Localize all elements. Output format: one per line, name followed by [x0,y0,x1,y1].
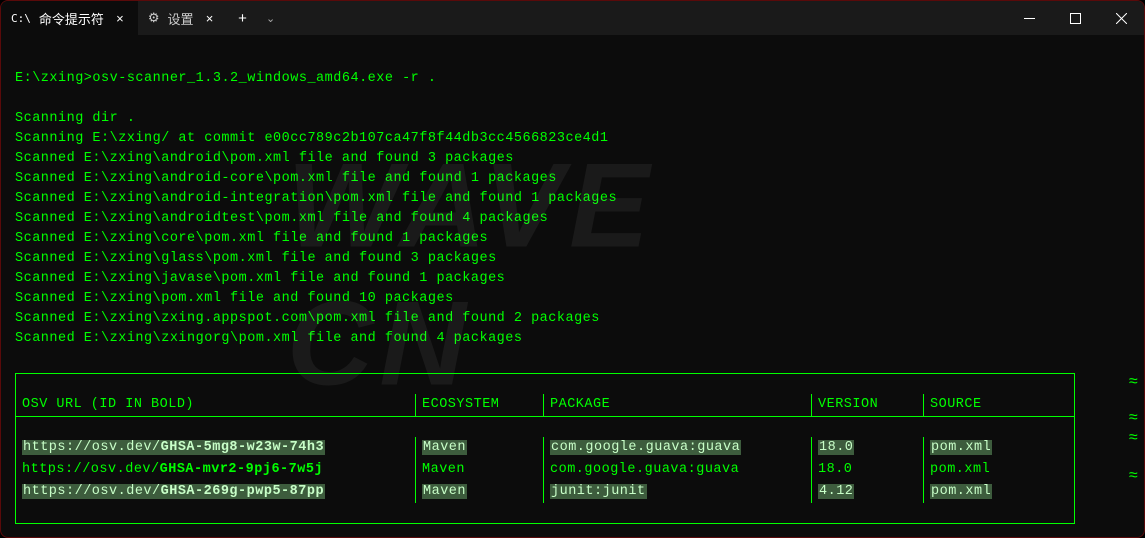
tilde-marker: ≈ [1128,409,1138,427]
tab-title: 命令提示符 [39,9,104,28]
output-line: Scanned E:\zxing\zxingorg\pom.xml file a… [15,329,1130,349]
maximize-button[interactable] [1052,1,1098,35]
col-source: SOURCE [924,394,1036,416]
cell-eco: Maven [416,459,544,481]
cell-url[interactable]: https://osv.dev/GHSA-269g-pwp5-87pp [16,481,416,503]
output-line: Scanned E:\zxing\pom.xml file and found … [15,289,1130,309]
output-line: Scanned E:\zxing\android-core\pom.xml fi… [15,169,1130,189]
cmd-icon: C:\ [11,12,31,25]
output-line: Scanned E:\zxing\glass\pom.xml file and … [15,249,1130,269]
cell-url[interactable]: https://osv.dev/GHSA-mvr2-9pj6-7w5j [16,459,416,481]
close-icon[interactable]: × [112,10,128,26]
output-line: Scanned E:\zxing\javase\pom.xml file and… [15,269,1130,289]
terminal-window: C:\ 命令提示符 × ⚙ 设置 × + ⌄ WAVE CN E:\zxing>… [0,0,1145,538]
tilde-marker: ≈ [1128,373,1138,391]
results-table: OSV URL (ID IN BOLD) ECOSYSTEM PACKAGE V… [15,373,1075,524]
table-row: https://osv.dev/GHSA-269g-pwp5-87pp Mave… [16,481,1074,503]
col-ecosystem: ECOSYSTEM [416,394,544,416]
cell-eco: Maven [416,481,544,503]
cell-eco: Maven [416,437,544,459]
titlebar: C:\ 命令提示符 × ⚙ 设置 × + ⌄ [1,1,1144,35]
cell-src: pom.xml [924,437,1036,459]
tab-dropdown[interactable]: ⌄ [258,1,284,35]
output-line: Scanning E:\zxing/ at commit e00cc789c2b… [15,129,1130,149]
table-row: https://osv.dev/GHSA-mvr2-9pj6-7w5j Mave… [16,459,1074,481]
output-line: Scanning dir . [15,109,1130,129]
output-line: Scanned E:\zxing\core\pom.xml file and f… [15,229,1130,249]
cell-pkg: com.google.guava:guava [544,459,812,481]
cell-ver: 4.12 [812,481,924,503]
col-version: VERSION [812,394,924,416]
new-tab-button[interactable]: + [228,1,258,35]
output-line: Scanned E:\zxing\androidtest\pom.xml fil… [15,209,1130,229]
tab-settings[interactable]: ⚙ 设置 × [138,1,228,35]
terminal-output[interactable]: E:\zxing>osv-scanner_1.3.2_windows_amd64… [1,35,1144,537]
output-line: E:\zxing>osv-scanner_1.3.2_windows_amd64… [15,69,1130,89]
table-row: https://osv.dev/GHSA-5mg8-w23w-74h3 Mave… [16,437,1074,459]
table-header: OSV URL (ID IN BOLD) ECOSYSTEM PACKAGE V… [16,394,1074,417]
cell-pkg: junit:junit [544,481,812,503]
tilde-marker: ≈ [1128,467,1138,485]
close-button[interactable] [1098,1,1144,35]
tilde-marker: ≈ [1128,429,1138,447]
cell-url[interactable]: https://osv.dev/GHSA-5mg8-w23w-74h3 [16,437,416,459]
cell-ver: 18.0 [812,459,924,481]
output-line: Scanned E:\zxing\android\pom.xml file an… [15,149,1130,169]
output-line: Scanned E:\zxing\android-integration\pom… [15,189,1130,209]
cell-src: pom.xml [924,459,1036,481]
cell-pkg: com.google.guava:guava [544,437,812,459]
minimize-button[interactable] [1006,1,1052,35]
cell-src: pom.xml [924,481,1036,503]
output-line: Scanned E:\zxing\zxing.appspot.com\pom.x… [15,309,1130,329]
cell-ver: 18.0 [812,437,924,459]
tab-title: 设置 [168,9,194,28]
close-icon[interactable]: × [202,10,218,26]
col-url: OSV URL (ID IN BOLD) [16,394,416,416]
gear-icon: ⚙ [148,10,160,26]
col-package: PACKAGE [544,394,812,416]
tab-cmd[interactable]: C:\ 命令提示符 × [1,1,138,35]
